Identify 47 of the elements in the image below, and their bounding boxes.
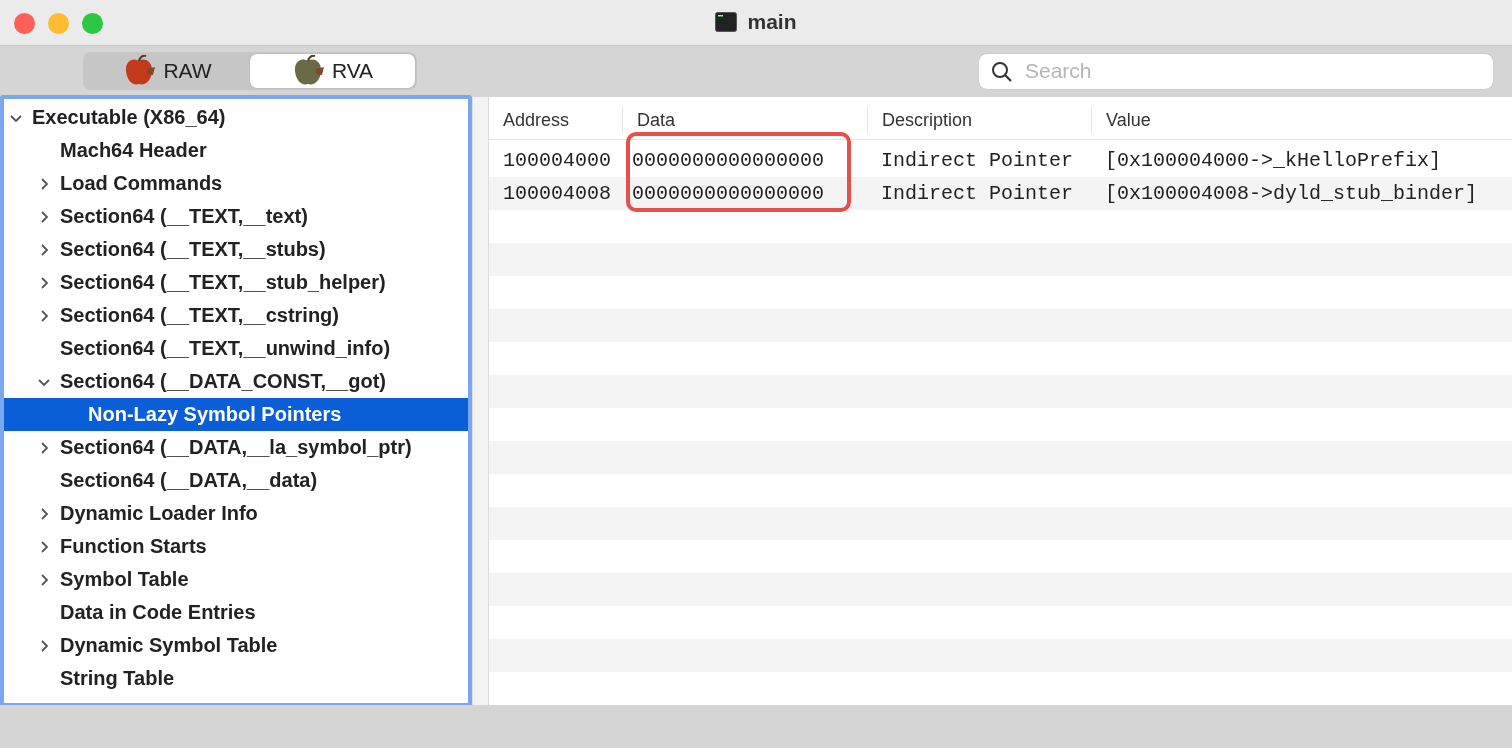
column-header[interactable]: Description	[867, 107, 1091, 134]
outline-item[interactable]: Function Starts	[4, 530, 468, 564]
table-cell-text: 0000000000000000	[631, 149, 826, 173]
outline-item[interactable]: Section64 (__TEXT,__text)	[4, 200, 468, 234]
outline-item[interactable]: Data in Code Entries	[4, 596, 468, 630]
table-cell-text: 100004008	[502, 182, 613, 206]
chevron-icon[interactable]	[38, 507, 50, 520]
table-cell-text: [0x100004008->dyld_stub_binder]	[1104, 182, 1479, 206]
outline-item[interactable]: Section64 (__TEXT,__unwind_info)	[4, 332, 468, 366]
chevron-icon[interactable]	[38, 441, 50, 454]
chevron-icon[interactable]	[38, 540, 50, 553]
outline-item[interactable]: Executable (X86_64)	[4, 101, 468, 135]
outline-item[interactable]: Dynamic Symbol Table	[4, 629, 468, 663]
window-title: main	[747, 10, 797, 35]
outline-item[interactable]: Non-Lazy Symbol Pointers	[4, 398, 468, 432]
close-button[interactable]	[14, 13, 35, 34]
outline-item[interactable]: String Table	[4, 662, 468, 696]
table-cell-text: 100004000	[502, 149, 613, 173]
outline-item[interactable]: Section64 (__DATA,__la_symbol_ptr)	[4, 431, 468, 465]
chevron-icon[interactable]	[38, 639, 50, 652]
outline-item[interactable]: Dynamic Loader Info	[4, 497, 468, 531]
terminal-icon	[715, 12, 738, 33]
column-header[interactable]: Address	[489, 107, 622, 134]
table-cell-text: Indirect Pointer	[880, 182, 1075, 206]
table-cell-text: [0x100004000->_kHelloPrefix]	[1104, 149, 1443, 173]
chevron-icon[interactable]	[38, 573, 50, 586]
outline-item[interactable]: Section64 (__TEXT,__stubs)	[4, 233, 468, 267]
outline-item[interactable]: Symbol Table	[4, 563, 468, 597]
chevron-icon[interactable]	[38, 276, 50, 289]
table-cell-text: Indirect Pointer	[880, 149, 1075, 173]
column-header[interactable]: Value	[1091, 107, 1512, 134]
chevron-icon[interactable]	[38, 177, 50, 190]
view-mode-tab[interactable]: RAW	[85, 54, 250, 89]
outline-item[interactable]: Section64 (__DATA,__data)	[4, 464, 468, 498]
search-field[interactable]: Search	[979, 54, 1493, 89]
search-icon	[991, 61, 1013, 83]
outline-item[interactable]: Section64 (__DATA_CONST,__got)	[4, 365, 468, 399]
column-header[interactable]: Data	[622, 107, 867, 134]
outline-item[interactable]: Mach64 Header	[4, 134, 468, 168]
chevron-icon[interactable]	[38, 309, 50, 322]
table-cell-text: 0000000000000000	[631, 182, 826, 206]
chevron-icon[interactable]	[38, 210, 50, 223]
view-mode-tab[interactable]: RVA	[250, 54, 415, 89]
outline-item[interactable]: Section64 (__TEXT,__cstring)	[4, 299, 468, 333]
chevron-icon[interactable]	[38, 243, 50, 256]
outline-item[interactable]: Load Commands	[4, 167, 468, 201]
outline-item[interactable]: Section64 (__TEXT,__stub_helper)	[4, 266, 468, 300]
